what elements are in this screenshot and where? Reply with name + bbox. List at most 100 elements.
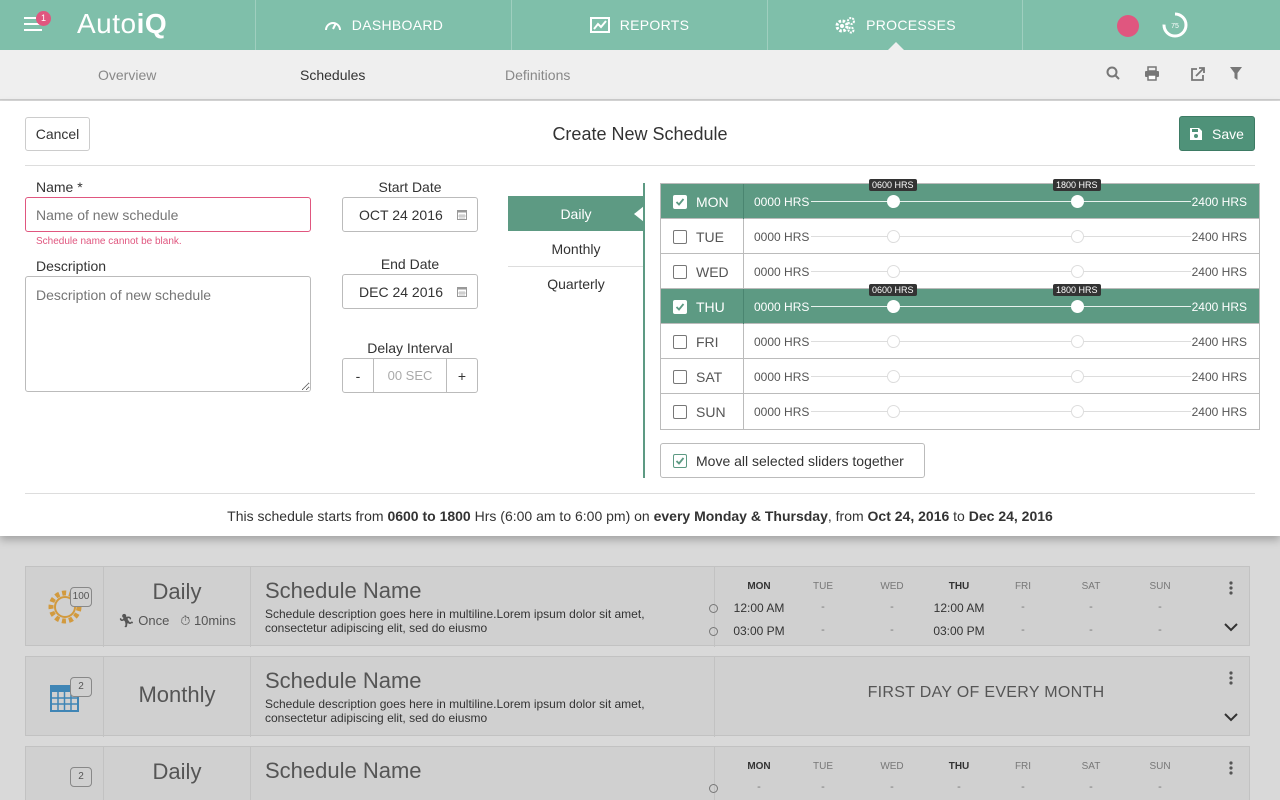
schedule-summary: This schedule starts from 0600 to 1800 H… — [0, 508, 1280, 524]
summary-text: Hrs (6:00 am to 6:00 pm) on — [470, 508, 654, 524]
slider-end-handle[interactable] — [1071, 230, 1084, 243]
start-date-picker[interactable]: OCT 24 2016 — [342, 197, 478, 232]
delay-decrement-button[interactable]: - — [343, 359, 373, 392]
delay-increment-button[interactable]: + — [447, 359, 477, 392]
range-end-label: 2400 HRS — [1191, 265, 1247, 279]
chevron-down-icon[interactable] — [1224, 713, 1238, 722]
move-together-label: Move all selected sliders together — [696, 452, 904, 469]
schedule-card[interactable]: 2 Monthly Schedule Name Schedule descrip… — [25, 656, 1250, 737]
weekday-header: SAT — [1081, 761, 1101, 772]
day-row-sat: SAT 0000 HRS 2400 HRS — [661, 359, 1259, 394]
tab-monthly[interactable]: Monthly — [508, 231, 644, 266]
schedule-icon-cell: 2 — [26, 657, 104, 737]
run-icon: 🏃︎ — [118, 613, 135, 628]
time-slider-track[interactable] — [811, 341, 1191, 342]
slider-start-handle[interactable] — [887, 370, 900, 383]
range-end-label: 2400 HRS — [1191, 335, 1247, 349]
slider-end-handle[interactable] — [1071, 405, 1084, 418]
time-radio[interactable] — [709, 604, 718, 613]
day-label: MON — [696, 194, 729, 210]
progress-ring[interactable]: 75 — [1162, 12, 1188, 38]
time-cell: 12:00 AM — [933, 601, 985, 615]
filter-icon[interactable] — [1229, 66, 1243, 81]
slider-end-handle[interactable] — [1071, 265, 1084, 278]
schedule-description-input[interactable] — [25, 276, 311, 392]
app-logo[interactable]: AutoiQ — [77, 8, 167, 40]
time-cell: - — [1021, 624, 1025, 636]
export-icon[interactable] — [1190, 66, 1206, 82]
nav-reports[interactable]: REPORTS — [511, 0, 767, 50]
slider-start-handle[interactable] — [887, 300, 900, 313]
day-checkbox[interactable] — [673, 230, 687, 244]
tab-schedules[interactable]: Schedules — [300, 67, 365, 83]
time-slider-track[interactable] — [811, 236, 1191, 237]
run-count-badge: 2 — [70, 767, 92, 787]
floppy-disk-icon — [1190, 127, 1203, 140]
time-radio[interactable] — [709, 784, 718, 793]
schedule-card[interactable]: 2 Daily Schedule Name MON TUE WED THU FR… — [25, 746, 1250, 800]
time-radio[interactable] — [709, 627, 718, 636]
gears-icon — [835, 17, 856, 34]
name-error-message: Schedule name cannot be blank. — [36, 236, 182, 247]
print-icon[interactable] — [1144, 66, 1160, 81]
slider-start-handle[interactable] — [887, 195, 900, 208]
more-options-icon[interactable] — [1229, 761, 1233, 775]
tab-daily[interactable]: Daily — [508, 196, 644, 231]
slider-start-handle[interactable] — [887, 405, 900, 418]
slider-start-handle[interactable] — [887, 335, 900, 348]
chevron-down-icon[interactable] — [1224, 623, 1238, 632]
status-indicator[interactable] — [1117, 15, 1139, 37]
slider-end-handle[interactable] — [1071, 300, 1084, 313]
time-cell: - — [1021, 781, 1025, 793]
timer-icon: ⏱︎ — [180, 613, 191, 628]
tab-definitions[interactable]: Definitions — [505, 67, 570, 83]
divider — [743, 394, 744, 429]
slider-end-handle[interactable] — [1071, 370, 1084, 383]
time-cell: - — [1158, 624, 1162, 636]
active-nav-indicator — [888, 42, 904, 50]
create-schedule-dialog: Cancel Create New Schedule Save Name * S… — [0, 101, 1280, 536]
slider-start-handle[interactable] — [887, 265, 900, 278]
time-slider-track[interactable] — [811, 201, 1191, 202]
more-options-icon[interactable] — [1229, 581, 1233, 595]
end-date-value: DEC 24 2016 — [359, 283, 444, 300]
day-checkbox[interactable] — [673, 195, 687, 209]
dialog-title: Create New Schedule — [552, 124, 728, 144]
day-checkbox[interactable] — [673, 265, 687, 279]
time-slider-track[interactable] — [811, 306, 1191, 307]
tab-overview[interactable]: Overview — [98, 67, 156, 83]
time-cell: - — [890, 624, 894, 636]
schedule-card[interactable]: 100 Daily 🏃︎ Once ⏱︎ 10mins Schedule Nam… — [25, 566, 1250, 647]
time-slider-track[interactable] — [811, 376, 1191, 377]
calendar-icon — [457, 287, 467, 297]
time-slider-track[interactable] — [811, 411, 1191, 412]
notification-badge[interactable]: 1 — [36, 11, 51, 26]
end-date-picker[interactable]: DEC 24 2016 — [342, 274, 478, 309]
summary-days: every Monday & Thursday — [653, 508, 828, 524]
day-checkbox[interactable] — [673, 370, 687, 384]
save-button[interactable]: Save — [1179, 116, 1255, 151]
slider-end-handle[interactable] — [1071, 335, 1084, 348]
range-end-label: 2400 HRS — [1191, 370, 1247, 384]
nav-dashboard[interactable]: DASHBOARD — [255, 0, 511, 50]
more-options-icon[interactable] — [1229, 671, 1233, 685]
schedule-name-input[interactable] — [25, 197, 311, 232]
day-checkbox[interactable] — [673, 335, 687, 349]
range-start-label: 0000 HRS — [754, 265, 810, 279]
slider-start-handle[interactable] — [887, 230, 900, 243]
day-checkbox[interactable] — [673, 300, 687, 314]
day-row-thu: THU 0000 HRS 2400 HRS 0600 HRS 1800 HRS — [661, 284, 1259, 324]
day-checkbox[interactable] — [673, 405, 687, 419]
save-button-label: Save — [1212, 125, 1244, 142]
tab-quarterly[interactable]: Quarterly — [508, 266, 644, 301]
slider-end-handle[interactable] — [1071, 195, 1084, 208]
search-icon[interactable] — [1106, 66, 1121, 81]
weekday-header: MON — [747, 761, 771, 772]
time-cell: - — [757, 781, 761, 793]
time-slider-track[interactable] — [811, 271, 1191, 272]
move-together-checkbox[interactable] — [673, 453, 687, 468]
range-start-label: 0000 HRS — [754, 300, 810, 314]
move-sliders-together-toggle[interactable]: Move all selected sliders together — [660, 443, 925, 478]
delay-value-input[interactable]: 00 SEC — [373, 359, 447, 392]
sub-navigation-bar: Overview Schedules Definitions — [0, 50, 1280, 100]
